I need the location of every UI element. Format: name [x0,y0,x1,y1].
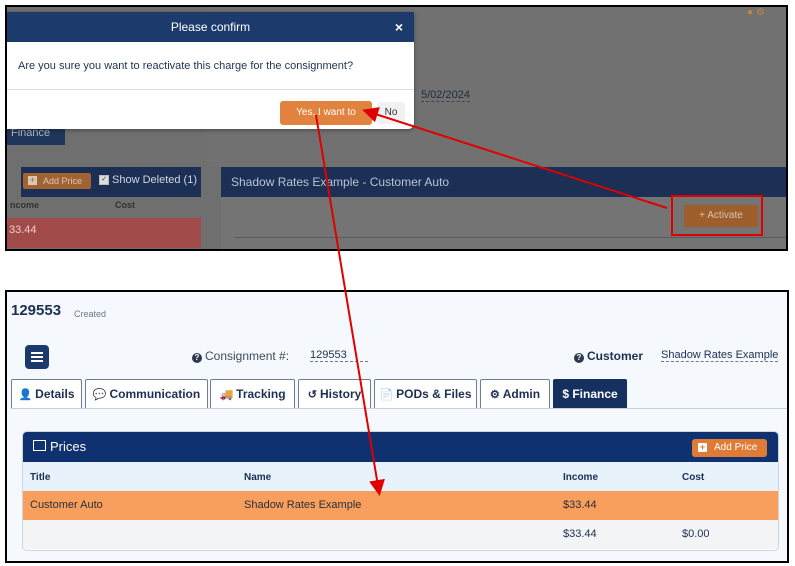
annotation-highlight-box [671,195,763,236]
table-icon [33,440,46,451]
add-price-button[interactable]: + Add Price [692,439,767,457]
customer-value[interactable]: Shadow Rates Example [661,349,779,362]
cost-column-header: Cost [115,200,135,210]
consignment-id: 129553 [11,302,62,319]
add-price-label: Add Price [43,176,83,186]
prices-title: Prices [33,439,86,454]
show-deleted-checkbox[interactable]: ✓ Show Deleted (1) [99,174,197,186]
prices-title-text: Prices [50,439,87,454]
row-income: $33.44 [563,499,597,511]
plus-icon: + [28,175,37,185]
tab-label: History [319,387,362,401]
tab-pods-files[interactable]: 📄 PODs & Files [374,379,477,408]
table-header [23,462,778,491]
confirm-dialog: Please confirm × Are you sure you want t… [7,12,414,129]
tab-label: Tracking [236,387,286,401]
add-price-button[interactable]: + Add Price [23,173,91,189]
confirm-no-button[interactable]: No [377,102,405,124]
tab-label: $ Finance [562,387,618,401]
deleted-income-value: 33.44 [9,224,37,236]
tab-finance[interactable]: $ Finance [553,379,627,408]
menu-icon-bar [31,356,43,358]
tab-tracking[interactable]: 🚚 Tracking [210,379,295,408]
totals-row [23,520,778,549]
menu-icon [31,352,43,354]
top-screenshot-panel: ● ⚙ 5/02/2024 Finance + Add Price ✓ Show … [5,5,788,251]
plus-icon: + [698,442,707,452]
charge-header: Shadow Rates Example - Customer Auto [221,167,786,197]
tab-history[interactable]: ↺ History [298,379,371,408]
tab-admin[interactable]: ⚙ Admin [480,379,550,408]
column-header-income: Income [563,472,599,483]
tab-communication[interactable]: 💬 Communication [85,379,208,408]
total-cost: $0.00 [682,528,710,540]
row-title: Customer Auto [30,499,103,511]
close-icon[interactable]: × [391,19,407,35]
truck-icon: 🚚 [219,389,234,401]
divider [7,89,414,90]
history-icon: ↺ [307,389,317,401]
add-price-label: Add Price [714,442,758,453]
consignment-value[interactable]: 129553 [310,349,368,362]
dialog-header: Please confirm [7,12,414,42]
question-icon: ? [574,353,584,363]
consignment-label: ? Consignment #: [192,349,289,363]
user-icons: ● ⚙ [747,7,765,18]
table-row[interactable] [23,491,778,520]
user-icon: 👤 [18,389,33,401]
question-icon: ? [192,353,202,363]
dialog-title: Please confirm [170,20,251,34]
tab-label: Admin [502,387,541,401]
status-label: Created [74,309,107,319]
tab-underline [11,408,787,409]
customer-label: ? Customer [574,349,643,363]
divider [235,237,786,238]
tab-label: Communication [109,387,201,401]
confirm-yes-button[interactable]: Yes, I want to [280,101,372,125]
file-icon: 📄 [379,389,394,401]
row-name: Shadow Rates Example [244,499,362,511]
total-income: $33.44 [563,528,597,540]
gear-icon: ⚙ [489,389,500,401]
prices-header [23,432,778,462]
consignment-label-text: Consignment #: [205,349,290,363]
prices-card: Prices + Add Price Title Name Income Cos… [22,431,779,551]
dialog-message: Are you sure you want to reactivate this… [18,60,354,72]
customer-label-text: Customer [587,349,644,363]
column-header-name: Name [244,472,272,483]
menu-button[interactable] [25,345,49,369]
checkbox-icon: ✓ [99,175,109,186]
tab-details[interactable]: 👤 Details [11,379,82,408]
income-column-header: ncome [10,200,40,210]
column-header-cost: Cost [682,472,705,483]
column-header-title: Title [30,472,51,483]
bottom-screenshot-panel: 129553 Created ? Consignment #: 129553 ? C… [5,290,789,563]
show-deleted-label: Show Deleted (1) [112,174,197,186]
date-field: 5/02/2024 [421,89,470,102]
charge-title: Shadow Rates Example - Customer Auto [231,175,450,189]
comment-icon: 💬 [92,389,107,401]
tab-label: Details [35,387,75,401]
tab-label: PODs & Files [396,387,472,401]
menu-icon-bar [31,360,43,362]
